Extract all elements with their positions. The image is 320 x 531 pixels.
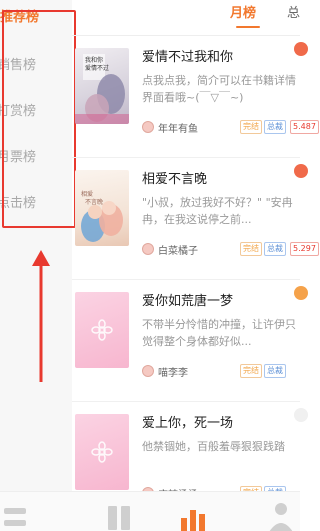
tab-monthly[interactable]: 月榜 [230, 2, 256, 21]
rank-badge [294, 164, 308, 178]
book-description: 他禁锢她，百般羞辱狠狠践踏 [142, 440, 285, 453]
book-description: 点我点我，简介可以在书籍详情界面看哦~(￣▽￣~) [142, 74, 296, 104]
status-badge: 完结 [240, 364, 262, 378]
cover-title-text-2: 爱情不过 [85, 64, 109, 72]
sidebar-item-monthly-ticket[interactable]: 月票榜 [0, 138, 72, 178]
rank-badge [294, 408, 308, 422]
book-title[interactable]: 爱你如荒唐一梦 [142, 290, 233, 309]
book-meta: 年年有鱼 完结 总裁 5.487 [142, 120, 319, 136]
sidebar-item-tips[interactable]: 打赏榜 [0, 92, 72, 132]
flower-placeholder-icon [91, 319, 113, 341]
book-row[interactable]: 爱你如荒唐一梦 不带半分怜惜的冲撞，让许伊只觉得整个身体都好似... 喵李李 完… [72, 280, 308, 402]
cover-illustration-icon: 相爱 不言晚 [81, 190, 123, 242]
count-badge: 5.297 [290, 242, 319, 256]
cover-title-text-2: 不言晚 [85, 198, 103, 206]
author-avatar [142, 365, 154, 377]
count-badge: 5.487 [290, 120, 319, 134]
book-title[interactable]: 相爱不言晚 [142, 168, 207, 187]
rank-badge [294, 286, 308, 300]
book-description: "小叔，放过我好不好？" "安冉冉，在我这说停之前... [142, 196, 293, 226]
rank-badge [294, 42, 308, 56]
rank-icon[interactable] [178, 500, 208, 531]
sidebar-item-recommend[interactable]: 推荐榜 [0, 0, 72, 38]
author-name: 喵李李 [158, 368, 188, 379]
period-tabs: 月榜 总 [72, 0, 300, 36]
bookshelf-icon[interactable] [0, 500, 30, 531]
status-badge: 完结 [240, 242, 262, 256]
sidebar-item-clicks[interactable]: 点击榜 [0, 184, 72, 224]
genre-badge: 总裁 [264, 242, 286, 256]
book-title[interactable]: 爱情不过我和你 [142, 46, 233, 65]
bottom-nav [0, 491, 300, 531]
cover-illustration-icon: 我和你 爱情不过 [75, 54, 129, 124]
flower-placeholder-icon [91, 441, 113, 463]
book-description: 不带半分怜惜的冲撞，让许伊只觉得整个身体都好似... [142, 318, 296, 348]
book-meta: 喵李李 完结 总裁 [142, 364, 302, 380]
genre-badge: 总裁 [264, 120, 286, 134]
sidebar-item-sales[interactable]: 销售榜 [0, 46, 72, 86]
author-avatar [142, 243, 154, 255]
profile-icon[interactable] [266, 500, 296, 531]
author-name: 年年有鱼 [158, 124, 198, 135]
book-row[interactable]: 相爱 不言晚 相爱不言晚 "小叔，放过我好不好？" "安冉冉，在我这说停之前..… [72, 158, 319, 280]
book-cover[interactable] [75, 414, 129, 490]
author-avatar [142, 121, 154, 133]
book-cover[interactable]: 相爱 不言晚 [75, 170, 129, 246]
annotation-arrow-up-icon [32, 250, 50, 382]
genre-badge: 总裁 [264, 364, 286, 378]
cover-title-text: 相爱 [81, 190, 93, 198]
book-meta: 白菜橘子 完结 总裁 5.297 [142, 242, 319, 258]
book-row[interactable]: 我和你 爱情不过 爱情不过我和你 点我点我，简介可以在书籍详情界面看哦~(￣▽￣… [72, 36, 319, 158]
status-badge: 完结 [240, 120, 262, 134]
author-name: 白菜橘子 [158, 246, 198, 257]
tab-total[interactable]: 总 [287, 2, 300, 21]
book-cover[interactable]: 我和你 爱情不过 [75, 48, 129, 124]
cover-title-text: 我和你 [85, 56, 103, 64]
book-title[interactable]: 爱上你，死一场 [142, 412, 233, 431]
book-cover[interactable] [75, 292, 129, 368]
store-icon[interactable] [104, 500, 134, 531]
tab-active-indicator [236, 26, 260, 28]
